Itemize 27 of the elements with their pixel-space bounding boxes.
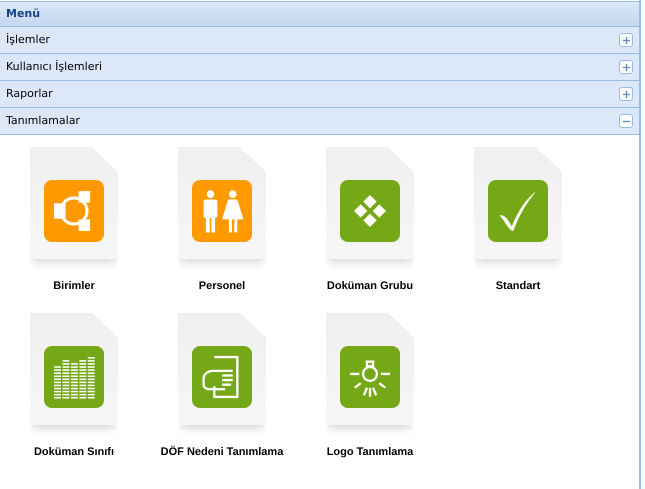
section-label: Raporlar [6, 86, 53, 102]
accordion-header[interactable]: Tanımlamalar [0, 108, 639, 135]
document-icon[interactable] [30, 312, 118, 424]
accordion-header[interactable]: Kullanıcı İşlemleri [0, 54, 639, 81]
document-icon[interactable] [474, 147, 562, 259]
accordion-header[interactable]: Raporlar [0, 81, 639, 108]
section-label: İşlemler [6, 32, 50, 48]
tile-label[interactable]: Doküman Sınıfı [34, 444, 114, 460]
document-icon[interactable] [30, 147, 118, 259]
accordion-header[interactable]: İşlemler [0, 27, 639, 54]
tile-label[interactable]: Standart [496, 278, 540, 294]
tile-label[interactable]: Logo Tanımlama [326, 444, 414, 460]
document-icon[interactable] [326, 147, 414, 259]
expand-icon[interactable] [619, 33, 633, 47]
panel-title: Menü [6, 6, 40, 22]
tile-label[interactable]: DÖF Nedeni Tanımlama [160, 444, 284, 460]
document-icon[interactable] [178, 312, 266, 424]
tile-label[interactable]: Personel [198, 278, 246, 294]
document-icon[interactable] [326, 312, 414, 424]
document-icon[interactable] [178, 147, 266, 259]
tile-label[interactable]: Birimler [53, 278, 95, 294]
expand-icon[interactable] [619, 87, 633, 101]
collapse-icon[interactable] [619, 114, 633, 128]
section-label: Kullanıcı İşlemleri [6, 58, 102, 75]
tile-label[interactable]: Doküman Grubu [326, 278, 414, 294]
section-label: Tanımlamalar [6, 112, 80, 129]
expand-icon[interactable] [619, 60, 633, 74]
